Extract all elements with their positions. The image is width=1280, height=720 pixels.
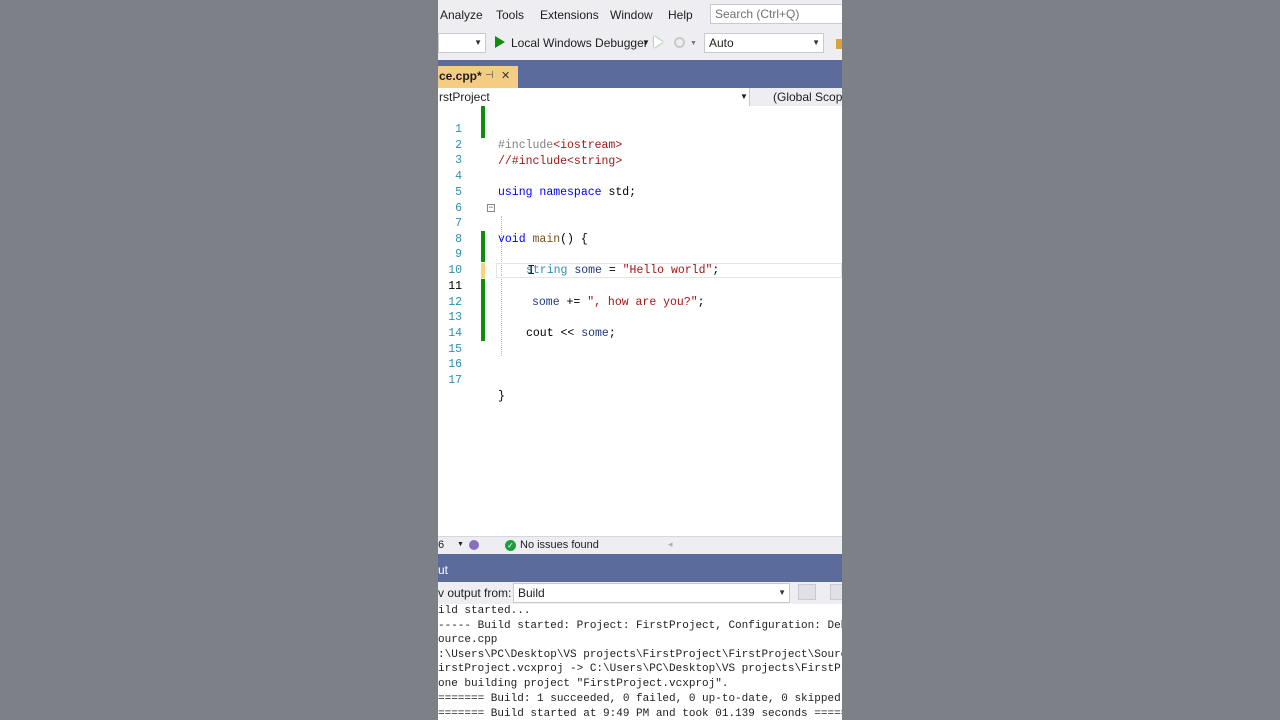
text-cursor-icon: I [527, 263, 536, 279]
chevron-down-icon: ▼ [474, 38, 482, 47]
config-value: Auto [709, 36, 734, 50]
code-line: 13 cout << some; [438, 294, 842, 340]
navigation-bar: rstProject ▼ (Global Scope [438, 88, 842, 107]
menu-help[interactable]: Help [668, 8, 693, 22]
chevron-down-icon: ▼ [812, 38, 820, 47]
intellicode-icon[interactable] [469, 540, 479, 550]
tab-label: ce.cpp* [439, 69, 482, 83]
debugger-dropdown-arrow[interactable]: ▼ [642, 38, 650, 47]
config-dropdown[interactable]: Auto ▼ [704, 33, 824, 53]
chevron-down-icon: ▼ [740, 92, 748, 101]
output-line: irstProject.vcxproj -> C:\Users\PC\Deskt… [438, 663, 842, 675]
output-panel-header: ut [438, 554, 842, 582]
code-line: 17 } [438, 357, 842, 403]
zoom-level[interactable]: 6 [438, 539, 444, 551]
code-line: 15 [438, 326, 842, 356]
code-line: 11 some += ", how are you?"; I [438, 263, 842, 309]
scroll-left-icon[interactable]: ◂ [668, 539, 673, 550]
code-line: 9 string some = "Hello world"; [438, 231, 842, 277]
code-line: 12 [438, 279, 842, 309]
code-editor[interactable]: − 1 #include<iostream> 2 //#include<stri… [438, 106, 842, 536]
line-number: 17 [448, 374, 462, 387]
chevron-down-icon[interactable]: ▼ [690, 40, 697, 47]
toolbar: ▼ Local Windows Debugger ▼ ▼ Auto ▼ [438, 30, 842, 60]
clear-output-icon[interactable] [830, 584, 842, 600]
chevron-down-icon: ▼ [778, 588, 786, 597]
check-icon: ✓ [505, 540, 516, 551]
document-tab-strip: ce.cpp* ⊣ ✕ [438, 60, 842, 88]
output-line: ======= Build: 1 succeeded, 0 failed, 0 … [438, 693, 841, 705]
scope-dropdown[interactable]: (Global Scope [773, 90, 842, 104]
code-token: } [498, 390, 505, 403]
output-line: ======= Build started at 9:49 PM and too… [438, 708, 842, 720]
menu-extensions[interactable]: Extensions [540, 8, 599, 22]
start-without-debug-icon[interactable] [654, 36, 663, 48]
start-debug-icon[interactable] [495, 36, 505, 48]
debugger-label[interactable]: Local Windows Debugger [511, 36, 648, 50]
project-dropdown[interactable]: rstProject ▼ [438, 88, 750, 106]
menu-window[interactable]: Window [610, 8, 653, 22]
output-line: ild started... [438, 605, 531, 617]
code-line: 3 [438, 137, 842, 167]
show-output-label: v output from: [438, 586, 512, 600]
output-text-area[interactable]: ild started... ----- Build started: Proj… [438, 604, 842, 720]
output-line: one building project "FirstProject.vcxpr… [438, 678, 729, 690]
find-in-output-icon[interactable] [798, 584, 816, 600]
menu-analyze[interactable]: Analyze [440, 8, 483, 22]
menu-bar: Analyze Tools Extensions Window Help Sea… [438, 0, 842, 30]
close-icon[interactable]: ✕ [501, 66, 510, 86]
output-line: ----- Build started: Project: FirstProje… [438, 620, 842, 632]
output-title: ut [438, 563, 449, 577]
output-line: ource.cpp [438, 634, 498, 646]
code-line: 14 [438, 310, 842, 340]
chevron-down-icon[interactable]: ▼ [457, 541, 464, 548]
solution-config-dropdown[interactable]: ▼ [438, 33, 486, 53]
folder-icon[interactable] [836, 39, 842, 49]
editor-status-bar: 6 ▼ ✓ No issues found ◂ [438, 536, 842, 555]
code-line: 7 void main() { [438, 200, 842, 246]
tab-source-cpp[interactable]: ce.cpp* ⊣ ✕ [438, 66, 518, 88]
code-line: 2 //#include<string> [438, 122, 842, 168]
code-line: 16 [438, 341, 842, 371]
code-line: 6 [438, 185, 842, 215]
search-input[interactable]: Search (Ctrl+Q) [710, 4, 842, 24]
code-line: 8 [438, 216, 842, 246]
output-source-dropdown[interactable]: Build ▼ [513, 583, 790, 603]
issues-status[interactable]: No issues found [520, 539, 599, 551]
code-line: 5 [438, 169, 842, 199]
output-toolbar: v output from: Build ▼ [438, 582, 842, 604]
code-line: 4 using namespace std; [438, 153, 842, 199]
pin-icon[interactable]: ⊣ [485, 66, 494, 86]
visual-studio-window: Analyze Tools Extensions Window Help Sea… [438, 0, 842, 720]
code-line: 1 #include<iostream> [438, 106, 842, 152]
menu-tools[interactable]: Tools [496, 8, 524, 22]
output-source-value: Build [518, 586, 545, 600]
project-name: rstProject [439, 90, 490, 104]
output-line: :\Users\PC\Desktop\VS projects\FirstProj… [438, 649, 842, 661]
code-line: 10 [438, 247, 842, 277]
refresh-icon[interactable] [674, 37, 685, 48]
